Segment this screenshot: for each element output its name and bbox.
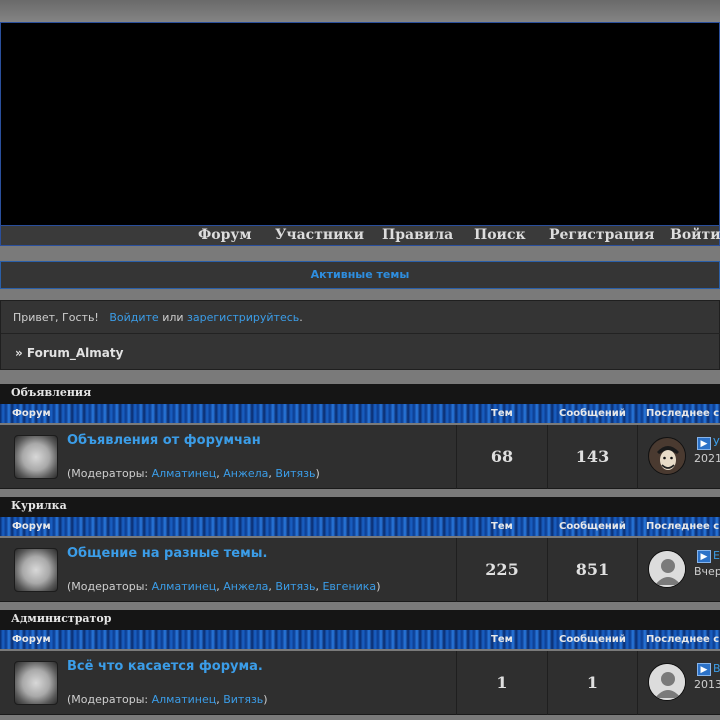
moderator-link[interactable]: Витязь [275, 467, 315, 480]
welcome-greeting: Привет, Гость! [13, 311, 99, 324]
posts-count: 851 [575, 560, 610, 579]
topics-count: 1 [496, 673, 508, 692]
nav-register[interactable]: Регистрация [549, 227, 655, 243]
col-topics: Тем [491, 634, 513, 645]
last-post-date: 2013 [694, 678, 720, 691]
category-title[interactable]: Объявления [0, 384, 720, 404]
forum-title[interactable]: Объявления от форумчан [67, 433, 261, 448]
col-topics: Тем [491, 408, 513, 419]
forum-title[interactable]: Всё что касается форума. [67, 659, 263, 674]
forum-moderators: (Модераторы: Алматинец, Анжела, Витязь, … [67, 580, 381, 593]
moderator-link[interactable]: Алматинец [152, 467, 217, 480]
col-posts: Сообщений [559, 634, 626, 645]
nav-rules[interactable]: Правила [382, 227, 453, 243]
moderator-link[interactable]: Анжела [223, 467, 268, 480]
col-separator [637, 538, 638, 602]
go-to-post-icon[interactable]: ▶ [697, 437, 711, 450]
category-header: Форум Тем Сообщений Последнее с [0, 517, 720, 536]
forum-row: Всё что касается форума. (Модераторы: Ал… [0, 651, 720, 715]
forum-moderators: (Модераторы: Алматинец, Витязь) [67, 693, 268, 706]
default-avatar-icon[interactable] [648, 550, 686, 588]
col-last: Последнее с [646, 521, 720, 532]
forum-row: Объявления от форумчан (Модераторы: Алма… [0, 425, 720, 489]
forum-icon [14, 435, 58, 479]
last-post-author[interactable]: В [713, 662, 720, 675]
register-link[interactable]: зарегистрируйтесь [187, 311, 299, 324]
category-title[interactable]: Курилка [0, 497, 720, 517]
active-topics-bar: Активные темы [0, 261, 720, 289]
moderator-link[interactable]: Витязь [275, 580, 315, 593]
main-nav: Форум Участники Правила Поиск Регистраци… [0, 226, 720, 246]
col-posts: Сообщений [559, 408, 626, 419]
topics-count: 225 [485, 560, 519, 579]
topics-count: 68 [490, 447, 514, 466]
col-posts: Сообщений [559, 521, 626, 532]
welcome-box: Привет, Гость! Войдите или зарегистрируй… [0, 300, 720, 370]
category-header: Форум Тем Сообщений Последнее с [0, 404, 720, 423]
default-avatar-icon[interactable] [648, 663, 686, 701]
nav-members[interactable]: Участники [275, 227, 364, 243]
go-to-post-icon[interactable]: ▶ [697, 550, 711, 563]
header-banner [0, 22, 720, 226]
breadcrumb[interactable]: » Forum_Almaty [15, 346, 123, 360]
moderator-link[interactable]: Анжела [223, 580, 268, 593]
forum-icon [14, 548, 58, 592]
login-link[interactable]: Войдите [109, 311, 158, 324]
forum-icon [14, 661, 58, 705]
last-post-author[interactable]: У [713, 436, 720, 449]
col-forum: Форум [12, 634, 51, 645]
active-topics-link[interactable]: Активные темы [311, 268, 410, 281]
last-post-author[interactable]: Е [713, 549, 720, 562]
last-post-date: 2021 [694, 452, 720, 465]
welcome-or: или [162, 311, 184, 324]
col-last: Последнее с [646, 634, 720, 645]
divider [1, 333, 720, 334]
forum-row: Общение на разные темы. (Модераторы: Алм… [0, 538, 720, 602]
last-post-date: Вчер [694, 565, 720, 578]
col-topics: Тем [491, 521, 513, 532]
forum-moderators: (Модераторы: Алматинец, Анжела, Витязь) [67, 467, 320, 480]
posts-count: 1 [586, 673, 599, 692]
avatar[interactable] [648, 437, 686, 475]
category-title[interactable]: Администратор [0, 610, 720, 630]
nav-search[interactable]: Поиск [474, 227, 526, 243]
col-separator [637, 425, 638, 489]
moderator-link[interactable]: Алматинец [152, 693, 217, 706]
moderator-link[interactable]: Витязь [223, 693, 263, 706]
col-separator [637, 651, 638, 715]
col-last: Последнее с [646, 408, 720, 419]
nav-login[interactable]: Войти [670, 227, 720, 243]
col-forum: Форум [12, 521, 51, 532]
forum-title[interactable]: Общение на разные темы. [67, 546, 267, 561]
nav-forum[interactable]: Форум [198, 227, 252, 243]
go-to-post-icon[interactable]: ▶ [697, 663, 711, 676]
moderator-link[interactable]: Алматинец [152, 580, 217, 593]
category-header: Форум Тем Сообщений Последнее с [0, 630, 720, 649]
moderator-link[interactable]: Евгеника [322, 580, 376, 593]
welcome-line: Привет, Гость! Войдите или зарегистрируй… [13, 311, 303, 324]
col-forum: Форум [12, 408, 51, 419]
welcome-period: . [299, 311, 303, 324]
top-strip [0, 0, 720, 22]
posts-count: 143 [575, 447, 610, 466]
